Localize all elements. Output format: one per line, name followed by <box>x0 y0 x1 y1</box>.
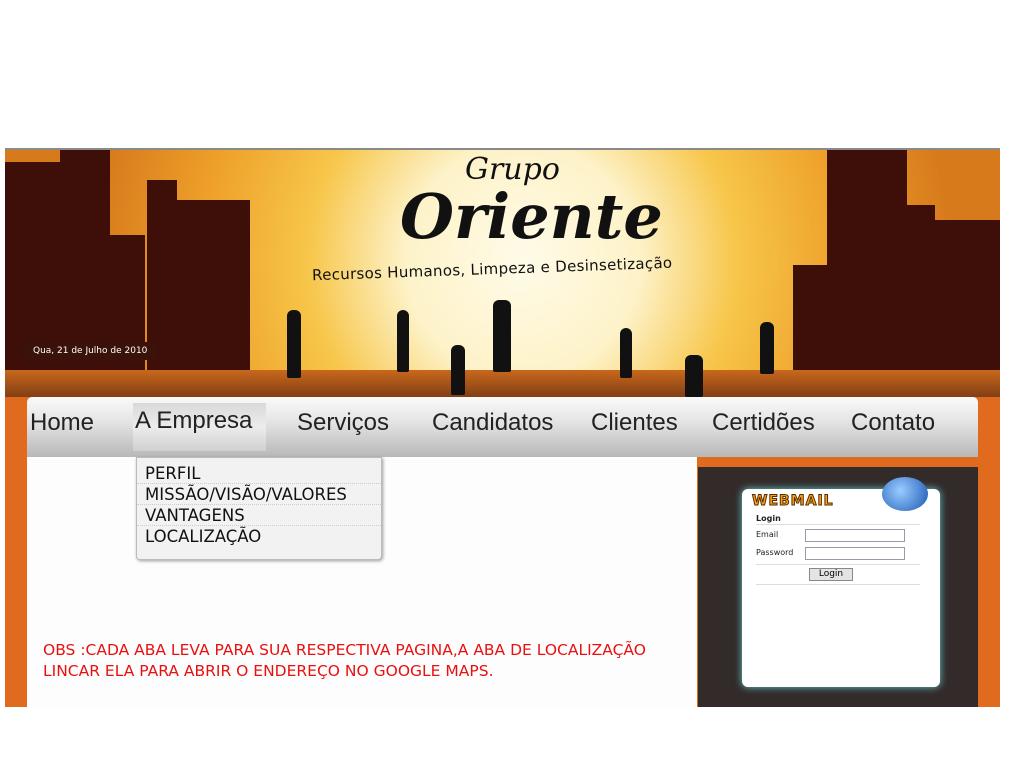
login-button[interactable]: Login <box>809 568 853 581</box>
nav-contato[interactable]: Contato <box>851 409 935 437</box>
nav-clientes[interactable]: Clientes <box>591 409 678 437</box>
dropdown-localizacao[interactable]: LOCALIZAÇÃO <box>137 526 381 547</box>
webmail-login-card: WEBMAIL Login Email Password Login <box>742 477 940 687</box>
password-input[interactable] <box>805 547 905 560</box>
webmail-panel: WEBMAIL Login Email Password Login <box>698 467 978 707</box>
password-label: Password <box>756 548 794 557</box>
dropdown-missao[interactable]: MISSÃO/VISÃO/VALORES <box>137 484 381 505</box>
empresa-dropdown: PERFIL MISSÃO/VISÃO/VALORES VANTAGENS LO… <box>136 457 382 560</box>
nav-certidoes[interactable]: Certidões <box>712 409 815 437</box>
nav-home[interactable]: Home <box>30 409 94 437</box>
webmail-title: WEBMAIL <box>752 493 834 510</box>
nav-servicos[interactable]: Serviços <box>297 409 389 437</box>
main-nav: Home A Empresa Serviços Candidatos Clien… <box>27 397 978 457</box>
nav-candidatos[interactable]: Candidatos <box>432 409 553 437</box>
email-label: Email <box>756 530 779 539</box>
dropdown-vantagens[interactable]: VANTAGENS <box>137 505 381 526</box>
login-heading: Login <box>756 514 781 523</box>
email-input[interactable] <box>805 529 905 542</box>
page-frame: Grupo Oriente Recursos Humanos, Limpeza … <box>5 148 1000 707</box>
tagline: Recursos Humanos, Limpeza e Desinsetizaç… <box>311 253 673 285</box>
logo-oriente: Oriente <box>400 180 663 253</box>
globe-mail-icon <box>882 477 928 511</box>
nav-a-empresa[interactable]: A Empresa <box>133 403 267 451</box>
dropdown-perfil[interactable]: PERFIL <box>137 463 381 484</box>
header-banner: Grupo Oriente Recursos Humanos, Limpeza … <box>5 150 1000 397</box>
note-text: OBS :CADA ABA LEVA PARA SUA RESPECTIVA P… <box>43 641 646 680</box>
date-badge: Qua, 21 de Julho de 2010 <box>23 342 158 360</box>
